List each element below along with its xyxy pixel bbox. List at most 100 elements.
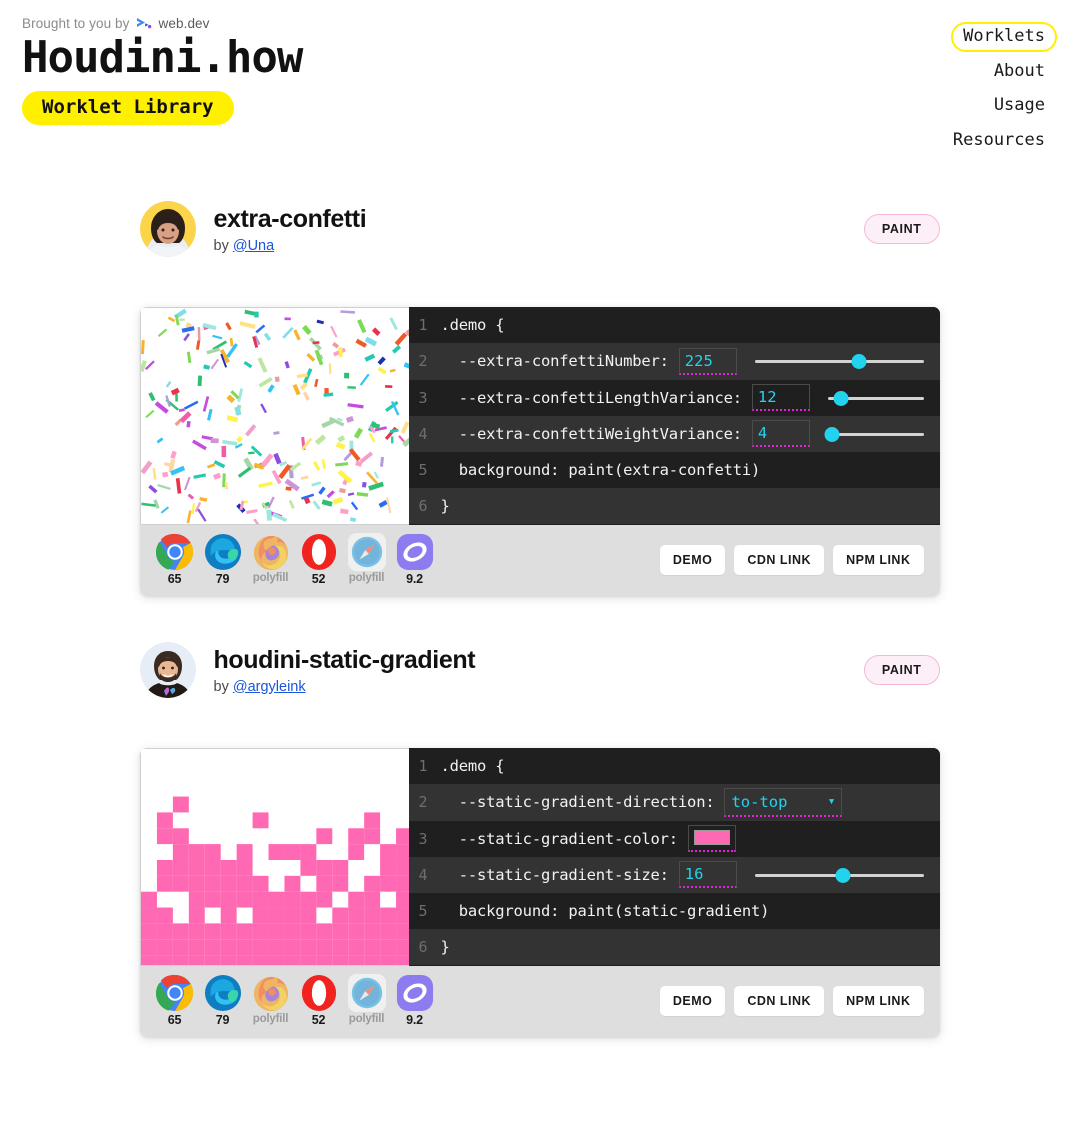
site-header: Brought to you by web.dev Houdini.how Wo… bbox=[0, 0, 1079, 155]
brand-block: Brought to you by web.dev Houdini.how Wo… bbox=[22, 16, 303, 126]
status-badge: PAINT bbox=[863, 655, 940, 686]
line-number: 3 bbox=[418, 829, 428, 848]
code-text: background: paint(static-gradient) bbox=[440, 902, 770, 921]
cdn-link-button[interactable]: CDN LINK bbox=[734, 544, 825, 575]
safari-icon bbox=[347, 533, 386, 572]
browser-support-firefox: polyfill bbox=[252, 974, 290, 1025]
samsung-internet-icon bbox=[396, 533, 434, 571]
cdn-link-button[interactable]: CDN LINK bbox=[734, 985, 825, 1016]
line-number: 3 bbox=[418, 388, 428, 407]
color-picker-gradient-color[interactable] bbox=[687, 825, 736, 853]
npm-link-button[interactable]: NPM LINK bbox=[833, 985, 924, 1016]
slider-thumb[interactable] bbox=[833, 390, 849, 406]
main-nav: Worklets About Usage Resources bbox=[941, 16, 1057, 155]
webdev-logo-icon bbox=[136, 17, 153, 31]
slider-track bbox=[827, 432, 924, 436]
line-number: 2 bbox=[418, 793, 428, 812]
by-label: by bbox=[213, 678, 229, 695]
browser-version: polyfill bbox=[252, 1013, 289, 1026]
control-group: 225 bbox=[669, 347, 940, 375]
slider-thumb[interactable] bbox=[851, 354, 867, 370]
worklet-author-line: by @Una bbox=[214, 238, 864, 254]
card-actions: DEMO CDN LINK NPM LINK bbox=[659, 544, 924, 575]
slider-confettiNumber[interactable] bbox=[754, 352, 924, 370]
number-input-confettiWeightVariance[interactable]: 4 bbox=[751, 420, 810, 448]
browser-version: 52 bbox=[311, 572, 326, 587]
safari-icon bbox=[347, 974, 386, 1013]
worklet-list: extra-confetti by @Una PAINT 1 .demo {2… bbox=[0, 155, 1079, 1077]
browser-support-edge: 79 bbox=[204, 533, 242, 586]
nav-item-about[interactable]: About bbox=[982, 57, 1057, 87]
line-number: 6 bbox=[418, 938, 428, 957]
worklet-head-text: houdini-static-gradient by @argyleink bbox=[214, 646, 864, 695]
nav-item-usage[interactable]: Usage bbox=[982, 91, 1057, 121]
number-input-confettiLengthVariance[interactable]: 12 bbox=[751, 384, 810, 412]
edge-icon bbox=[204, 533, 242, 571]
chevron-down-icon: ▾ bbox=[827, 794, 836, 810]
card-body: 1 .demo { 2 --static-gradient-direction:… bbox=[139, 748, 940, 967]
line-number: 1 bbox=[418, 316, 428, 335]
slider-thumb[interactable] bbox=[824, 426, 840, 442]
avatar bbox=[139, 642, 196, 699]
brought-to-you-by: Brought to you by web.dev bbox=[22, 16, 210, 31]
worklet-demo-card: 1 .demo { 2 --extra-confettiNumber: 225 bbox=[139, 307, 940, 597]
browser-version: 79 bbox=[215, 572, 230, 587]
code-row: 5 background: paint(extra-confetti) bbox=[408, 451, 940, 489]
browser-support-edge: 79 bbox=[204, 974, 242, 1027]
code-editor: 1 .demo { 2 --static-gradient-direction:… bbox=[408, 748, 940, 967]
line-number: 5 bbox=[418, 461, 428, 480]
worklet-title: houdini-static-gradient bbox=[213, 645, 476, 674]
status-badge: PAINT bbox=[863, 214, 940, 245]
code-text: --static-gradient-size: bbox=[440, 865, 669, 884]
author-link[interactable]: @argyleink bbox=[233, 679, 306, 695]
code-text: .demo { bbox=[440, 757, 505, 776]
number-input-gradient-size[interactable]: 16 bbox=[678, 861, 737, 889]
nav-item-resources[interactable]: Resources bbox=[941, 126, 1057, 156]
avatar bbox=[139, 201, 196, 258]
control-group: 12 bbox=[742, 384, 940, 412]
code-text: background: paint(extra-confetti) bbox=[440, 461, 761, 480]
slider-thumb[interactable] bbox=[835, 867, 851, 883]
author-link[interactable]: @Una bbox=[233, 238, 274, 254]
nav-item-worklets[interactable]: Worklets bbox=[951, 22, 1057, 52]
slider-confettiLengthVariance[interactable] bbox=[827, 389, 924, 407]
demo-button[interactable]: DEMO bbox=[659, 985, 726, 1016]
browser-support-firefox: polyfill bbox=[252, 533, 290, 584]
code-text: } bbox=[440, 497, 450, 516]
card-footer: 65 79 polyfill 52 polyfill 9.2 DEMO CDN … bbox=[139, 525, 940, 597]
card-body: 1 .demo { 2 --extra-confettiNumber: 225 bbox=[139, 307, 940, 526]
color-swatch bbox=[693, 830, 730, 846]
control-group bbox=[678, 825, 940, 853]
control-group: to-top ▾ bbox=[714, 787, 939, 817]
page-root: Brought to you by web.dev Houdini.how Wo… bbox=[0, 0, 1079, 1124]
select-gradient-direction[interactable]: to-top ▾ bbox=[724, 787, 843, 817]
control-group: 16 bbox=[669, 861, 940, 889]
browser-support-list: 65 79 polyfill 52 polyfill 9.2 bbox=[155, 533, 434, 586]
worklet-title: extra-confetti bbox=[213, 204, 367, 233]
browser-support-samsung-internet: 9.2 bbox=[396, 533, 434, 586]
code-row: 2 --static-gradient-direction: to-top ▾ bbox=[408, 784, 940, 821]
code-row: 1 .demo { bbox=[408, 748, 940, 785]
code-text: --extra-confettiNumber: bbox=[440, 352, 669, 371]
control-group: 4 bbox=[742, 420, 940, 448]
code-text: --extra-confettiLengthVariance: bbox=[440, 388, 742, 407]
firefox-icon bbox=[252, 533, 290, 571]
code-text: --extra-confettiWeightVariance: bbox=[440, 424, 742, 443]
brought-to-you-by-text: Brought to you by bbox=[22, 16, 130, 31]
preview-static-gradient bbox=[139, 748, 409, 967]
line-number: 4 bbox=[418, 865, 428, 884]
browser-support-opera: 52 bbox=[300, 533, 338, 586]
demo-button[interactable]: DEMO bbox=[659, 544, 726, 575]
number-input-confettiNumber[interactable]: 225 bbox=[678, 347, 737, 375]
npm-link-button[interactable]: NPM LINK bbox=[833, 544, 924, 575]
code-text: } bbox=[440, 938, 450, 957]
chrome-icon bbox=[155, 533, 194, 571]
code-row: 3 --static-gradient-color: bbox=[408, 820, 940, 857]
browser-support-samsung-internet: 9.2 bbox=[396, 974, 434, 1027]
browser-version: 52 bbox=[311, 1013, 326, 1028]
slider-confettiWeightVariance[interactable] bbox=[824, 425, 924, 443]
code-row: 1 .demo { bbox=[408, 307, 940, 344]
slider-gradient-size[interactable] bbox=[754, 866, 924, 884]
opera-icon bbox=[300, 974, 338, 1012]
browser-version: 65 bbox=[167, 1013, 182, 1028]
